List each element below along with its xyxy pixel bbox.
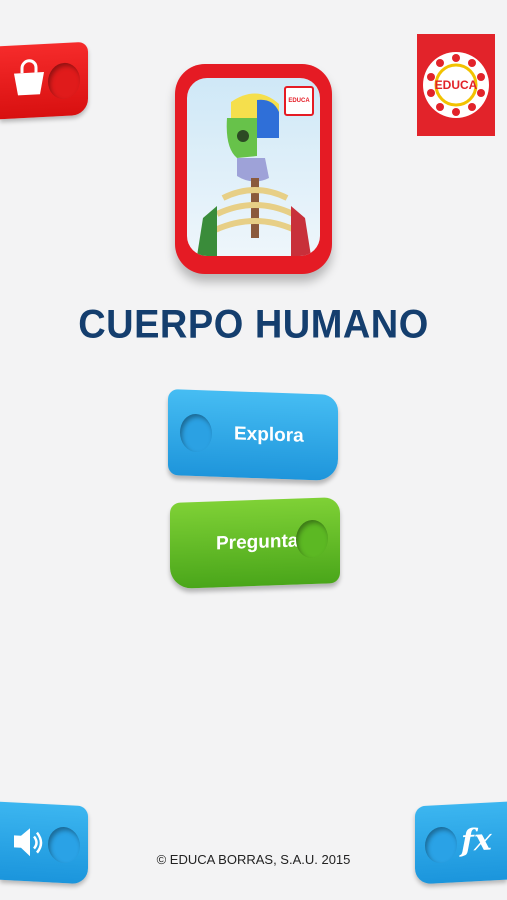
preguntas-button[interactable]: Preguntas (170, 497, 340, 589)
fx-icon: fx (461, 822, 492, 859)
shop-button-knob (48, 62, 80, 100)
educa-mini-logo: EDUCA (284, 86, 314, 116)
shopping-bag-icon (12, 58, 46, 103)
explora-button-label: Explora (234, 423, 304, 447)
sound-toggle-button[interactable] (0, 801, 88, 885)
explora-button-knob (180, 413, 212, 453)
preguntas-button-knob (296, 519, 328, 559)
preguntas-button-label: Preguntas (216, 530, 309, 555)
fx-toggle-button[interactable]: fx (415, 801, 507, 885)
educa-logo: EDUCA (417, 34, 495, 136)
fx-button-knob (425, 826, 457, 864)
educa-logo-text: EDUCA (434, 78, 478, 92)
skeleton-illustration: EDUCA (187, 78, 320, 256)
page-title: CUERPO HUMANO (78, 302, 429, 348)
shop-button[interactable] (0, 41, 88, 120)
app-icon: EDUCA (175, 64, 332, 274)
explora-button[interactable]: Explora (168, 389, 338, 481)
